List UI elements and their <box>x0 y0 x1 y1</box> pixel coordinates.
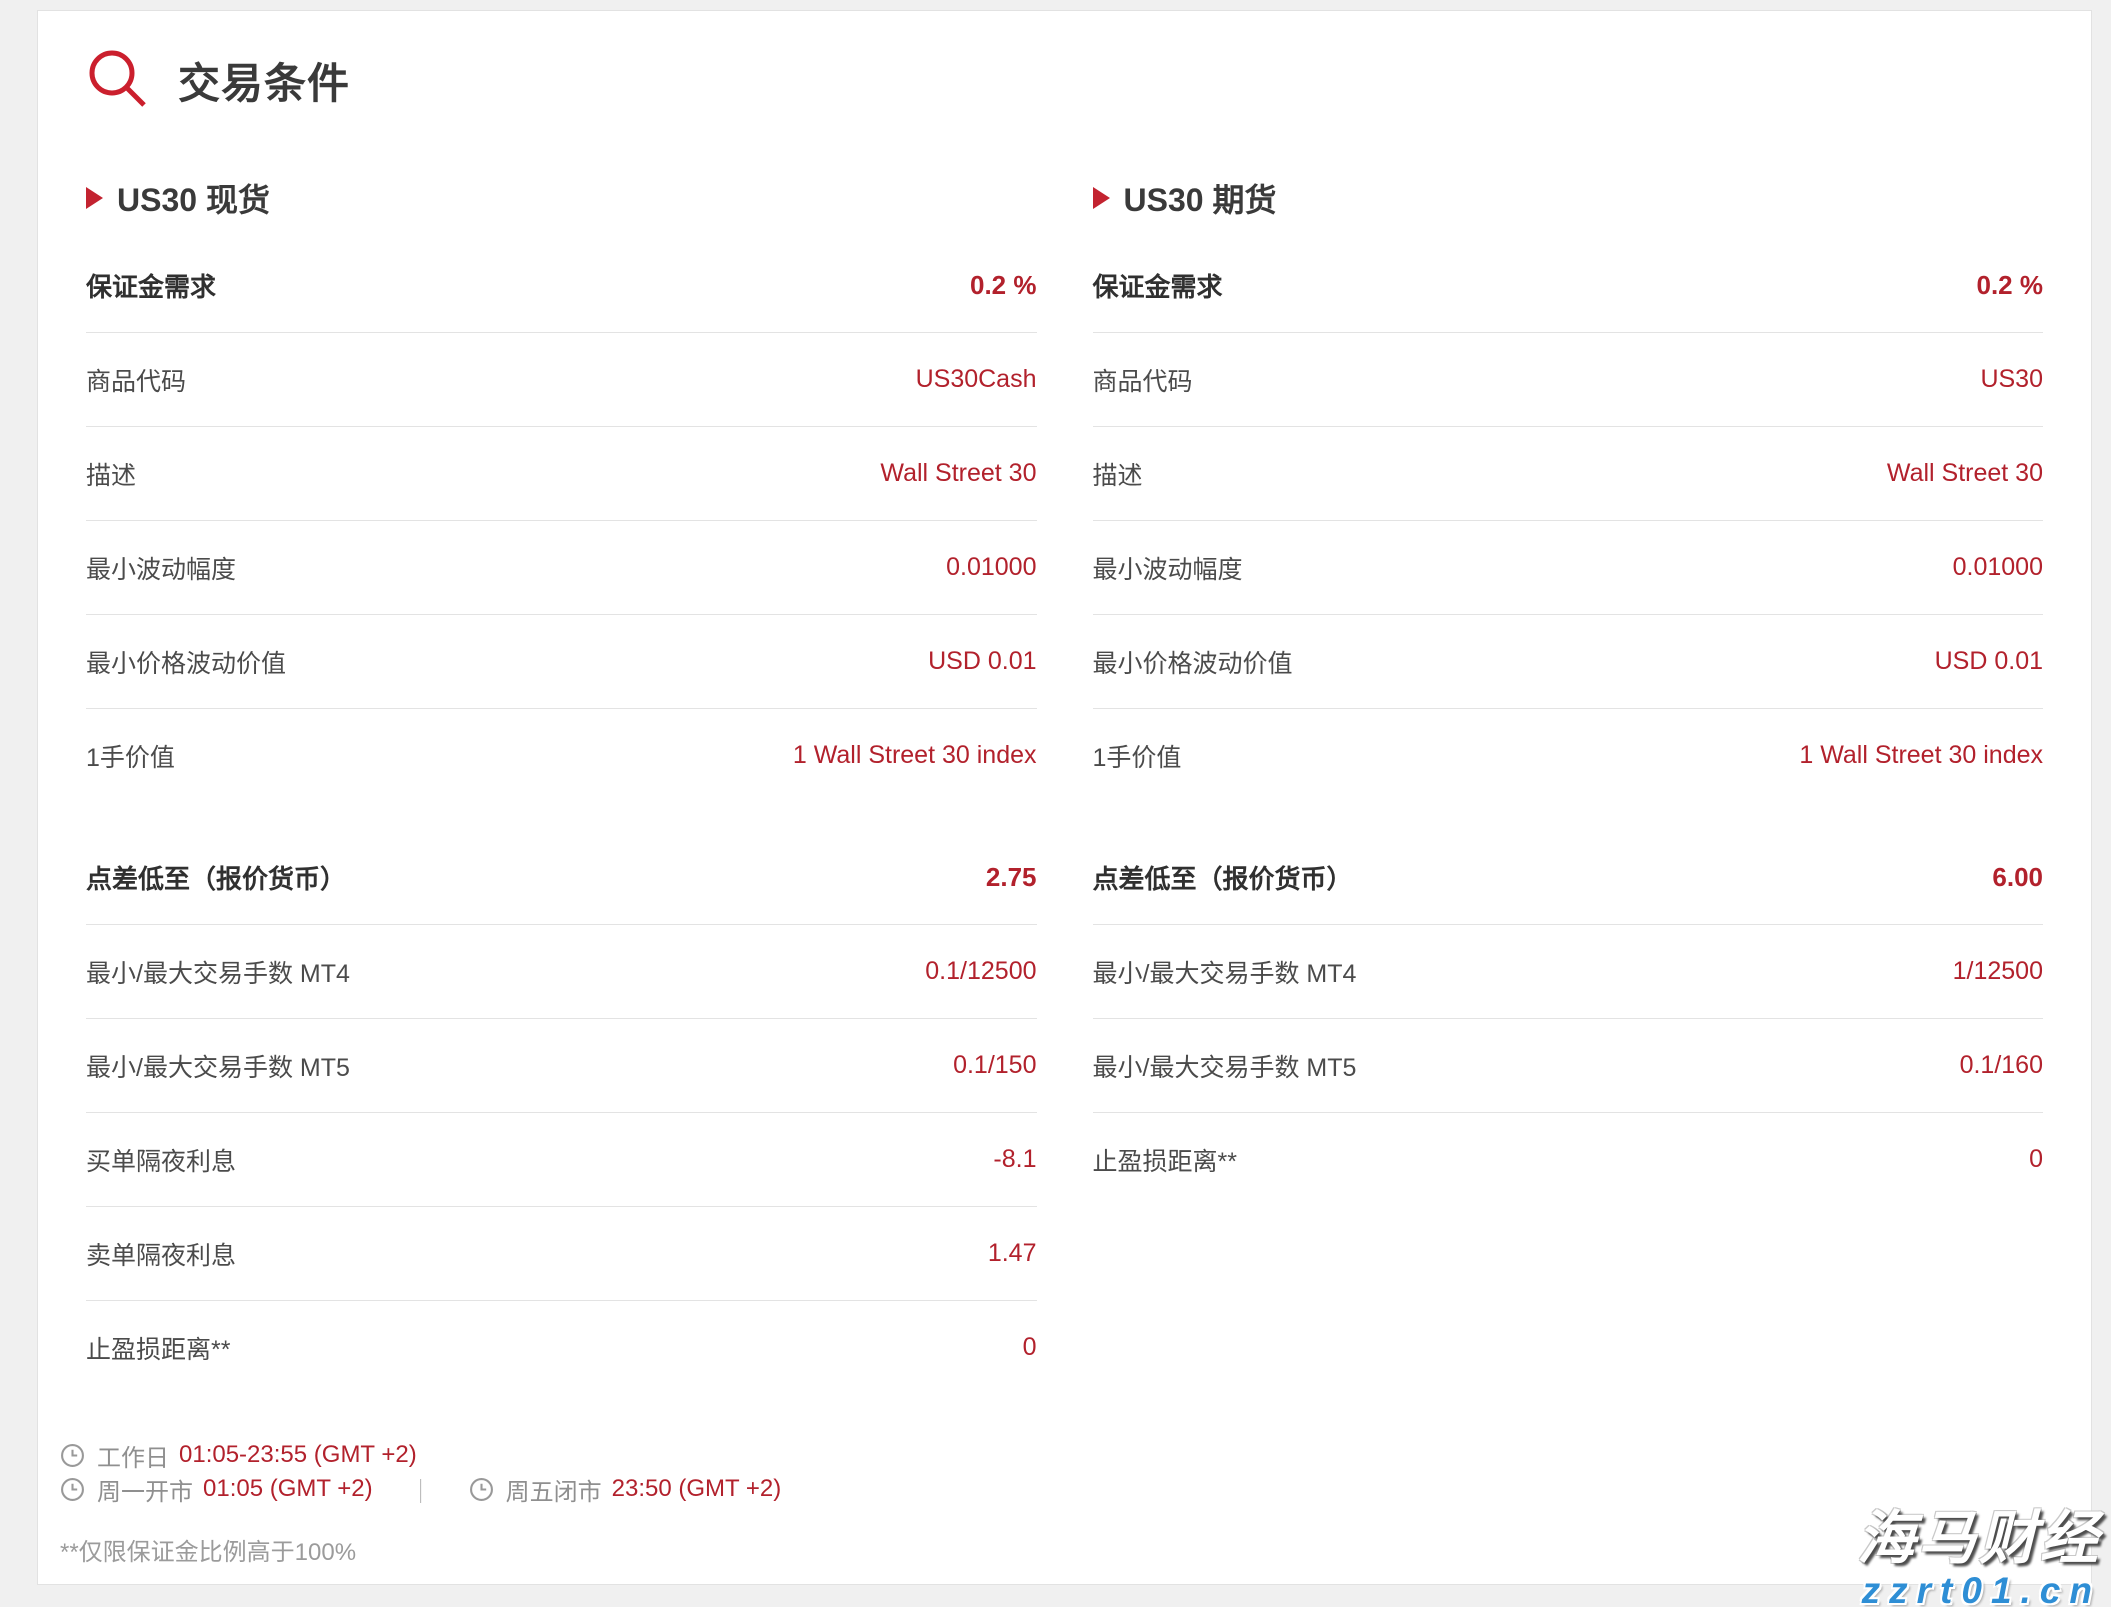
hours-time: 01:05 (GMT +2) <box>203 1475 373 1503</box>
row-value: 1/12500 <box>1953 957 2043 986</box>
row-label: 止盈损距离** <box>1093 1142 1237 1178</box>
row-label: 商品代码 <box>86 362 186 398</box>
row-value: 1 Wall Street 30 index <box>1799 741 2043 770</box>
row-label: 止盈损距离** <box>86 1330 230 1366</box>
table-section: 保证金需求 0.2 % 商品代码 US30 描述 Wall Street 30 最小波动幅度… <box>1093 239 2044 802</box>
table-row: 最小/最大交易手数 MT5 0.1/160 <box>1093 1019 2044 1113</box>
row-value: 0.1/12500 <box>925 957 1036 986</box>
row-label: 1手价值 <box>86 738 175 774</box>
hours-time: 01:05-23:55 (GMT +2) <box>179 1441 417 1469</box>
table-header: US30 现货 <box>86 175 1037 221</box>
row-value: 0 <box>1023 1333 1037 1362</box>
table-row: 最小/最大交易手数 MT4 1/12500 <box>1093 925 2044 1019</box>
row-label: 最小/最大交易手数 MT4 <box>86 954 350 990</box>
clock-icon <box>469 1477 494 1502</box>
row-value: US30 <box>1980 365 2043 394</box>
table-section: 点差低至（报价货币）2.75最小/最大交易手数 MT40.1/12500最小/最… <box>86 831 1037 1394</box>
row-label: 卖单隔夜利息 <box>86 1236 236 1272</box>
table-row: 最小波动幅度 0.01000 <box>1093 521 2044 615</box>
page-header: 交易条件 <box>86 45 2043 115</box>
row-value: 0 <box>2029 1145 2043 1174</box>
search-icon <box>86 47 152 113</box>
row-label: 1手价值 <box>1093 738 1182 774</box>
conditions-table-futures: US30 期货保证金需求 0.2 % 商品代码 US30 描述 Wall Street 3… <box>1093 175 2044 1206</box>
table-section: 保证金需求 0.2 % 商品代码 US30Cash 描述 Wall Street 30 最小… <box>86 239 1037 802</box>
table-row: 保证金需求 0.2 % <box>1093 239 2044 333</box>
row-label: 最小/最大交易手数 MT4 <box>1093 954 1357 990</box>
page-title: 交易条件 <box>178 50 350 111</box>
table-row: 商品代码 US30Cash <box>86 333 1037 427</box>
trading-hours: 工作日 01:05-23:55 (GMT +2) 周一开市 01:05 (GMT… <box>60 1438 2043 1506</box>
table-row: 点差低至（报价货币） 6.00 <box>1093 831 2044 925</box>
hours-label: 工作日 <box>97 1438 169 1473</box>
page-background: 交易条件 US30 现货保证金需求 0.2 % 商品代码 US30Cash 描述 Wall… <box>0 0 2111 1607</box>
row-label: 描述 <box>1093 456 1143 492</box>
row-label: 最小波动幅度 <box>1093 550 1243 586</box>
row-value: 1.47 <box>988 1239 1037 1268</box>
row-value: USD 0.01 <box>928 647 1036 676</box>
table-row: 商品代码 US30 <box>1093 333 2044 427</box>
clock-icon <box>60 1443 85 1468</box>
table-section: 点差低至（报价货币）6.00最小/最大交易手数 MT41/12500最小/最大交… <box>1093 831 2044 1206</box>
conditions-table-spot: US30 现货保证金需求 0.2 % 商品代码 US30Cash 描述 Wall Stre… <box>86 175 1037 1394</box>
row-label: 点差低至（报价货币） <box>86 859 346 896</box>
triangle-right-icon <box>86 187 103 209</box>
row-value: USD 0.01 <box>1935 647 2043 676</box>
row-value: -8.1 <box>993 1145 1036 1174</box>
table-row: 描述 Wall Street 30 <box>1093 427 2044 521</box>
row-value: 1 Wall Street 30 index <box>793 741 1037 770</box>
triangle-right-icon <box>1093 187 1110 209</box>
hours-separator: ｜ <box>409 1472 433 1507</box>
row-value: 0.1/150 <box>953 1051 1036 1080</box>
row-value: 6.00 <box>1992 862 2043 893</box>
trading-conditions-card: 交易条件 US30 现货保证金需求 0.2 % 商品代码 US30Cash 描述 Wall… <box>37 10 2092 1585</box>
table-header: US30 期货 <box>1093 175 2044 221</box>
row-label: 商品代码 <box>1093 362 1193 398</box>
table-title: US30 现货 <box>117 175 270 221</box>
table-row: 1手价值 1 Wall Street 30 index <box>86 709 1037 802</box>
row-value: 0.01000 <box>946 553 1036 582</box>
row-label: 最小/最大交易手数 MT5 <box>1093 1048 1357 1084</box>
clock-icon <box>60 1477 85 1502</box>
row-value: US30Cash <box>916 365 1037 394</box>
row-label: 买单隔夜利息 <box>86 1142 236 1178</box>
row-label: 保证金需求 <box>86 267 216 304</box>
row-value: Wall Street 30 <box>880 459 1036 488</box>
table-row: 描述 Wall Street 30 <box>86 427 1037 521</box>
tables-container: US30 现货保证金需求 0.2 % 商品代码 US30Cash 描述 Wall Stre… <box>86 175 2043 1394</box>
row-label: 点差低至（报价货币） <box>1093 859 1353 896</box>
table-row: 最小波动幅度 0.01000 <box>86 521 1037 615</box>
row-label: 描述 <box>86 456 136 492</box>
row-label: 最小价格波动价值 <box>86 644 286 680</box>
row-label: 保证金需求 <box>1093 267 1223 304</box>
row-label: 最小波动幅度 <box>86 550 236 586</box>
table-row: 最小价格波动价值 USD 0.01 <box>86 615 1037 709</box>
hours-label: 周一开市 <box>97 1472 193 1507</box>
table-row: 最小价格波动价值 USD 0.01 <box>1093 615 2044 709</box>
hours-time: 23:50 (GMT +2) <box>612 1475 782 1503</box>
table-title: US30 期货 <box>1124 175 1277 221</box>
row-value: Wall Street 30 <box>1887 459 2043 488</box>
table-row: 止盈损距离** 0 <box>1093 1113 2044 1206</box>
trading-hours-weekday: 工作日 01:05-23:55 (GMT +2) <box>60 1438 2043 1472</box>
table-row: 卖单隔夜利息 1.47 <box>86 1207 1037 1301</box>
row-label: 最小价格波动价值 <box>1093 644 1293 680</box>
trading-hours-open-close: 周一开市 01:05 (GMT +2) ｜ 周五闭市 23:50 (GMT +2… <box>60 1472 2043 1506</box>
table-row: 最小/最大交易手数 MT5 0.1/150 <box>86 1019 1037 1113</box>
table-row: 1手价值 1 Wall Street 30 index <box>1093 709 2044 802</box>
table-row: 止盈损距离** 0 <box>86 1301 1037 1394</box>
row-value: 0.1/160 <box>1960 1051 2043 1080</box>
margin-note: **仅限保证金比例高于100% <box>60 1532 2043 1567</box>
row-value: 0.01000 <box>1953 553 2043 582</box>
table-row: 买单隔夜利息 -8.1 <box>86 1113 1037 1207</box>
table-row: 保证金需求 0.2 % <box>86 239 1037 333</box>
row-value: 0.2 % <box>1977 270 2044 301</box>
row-value: 2.75 <box>986 862 1037 893</box>
table-row: 最小/最大交易手数 MT4 0.1/12500 <box>86 925 1037 1019</box>
hours-label: 周五闭市 <box>506 1472 602 1507</box>
row-label: 最小/最大交易手数 MT5 <box>86 1048 350 1084</box>
row-value: 0.2 % <box>970 270 1037 301</box>
table-row: 点差低至（报价货币） 2.75 <box>86 831 1037 925</box>
